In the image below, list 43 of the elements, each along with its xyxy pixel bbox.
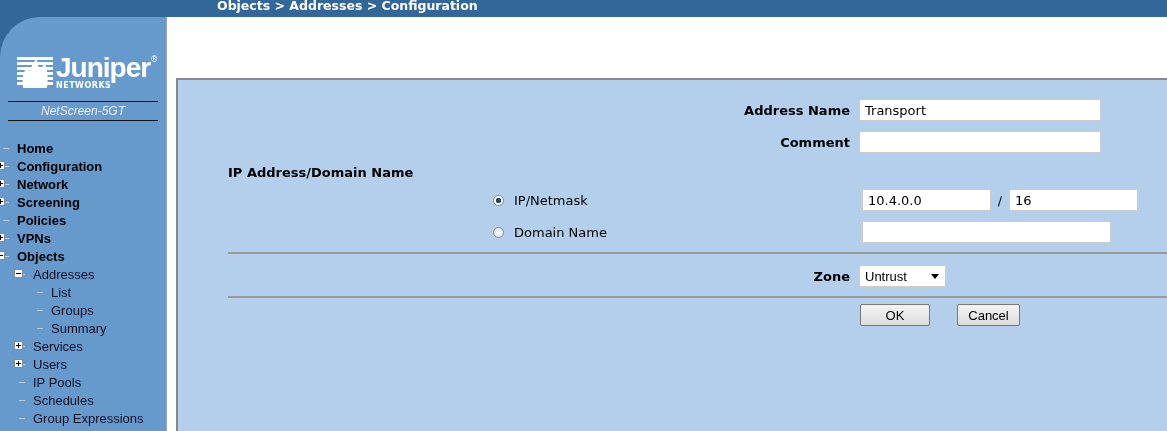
collapse-icon[interactable] — [14, 269, 23, 278]
registered-mark: ® — [150, 55, 159, 64]
nav-item[interactable]: Groups — [51, 302, 94, 318]
cancel-button[interactable]: Cancel — [957, 304, 1020, 326]
zone-dropdown[interactable]: Untrust — [859, 265, 946, 287]
nav-item[interactable]: Home — [17, 140, 54, 156]
nav-item[interactable]: Schedules — [33, 392, 94, 408]
field-label: Zone — [812, 268, 850, 284]
nav-item[interactable]: Group Expressions — [33, 410, 144, 426]
expand-icon[interactable] — [14, 341, 23, 350]
expand-icon[interactable] — [14, 359, 23, 368]
breadcrumb: Objects > Addresses > Configuration — [217, 0, 478, 12]
nav-item[interactable]: Services — [33, 338, 83, 354]
device-name: NetScreen-5GT — [41, 104, 125, 118]
nav-item[interactable]: Policies — [17, 212, 67, 228]
nav-item[interactable]: Addresses — [33, 266, 95, 282]
field-label: Address Name — [743, 102, 850, 118]
field-label: Comment — [779, 134, 850, 150]
ip-field[interactable]: 10.4.0.0 — [862, 189, 991, 211]
section-heading: IP Address/Domain Name — [228, 164, 415, 182]
logo-icon — [17, 56, 53, 89]
address-name-field[interactable]: Transport — [859, 99, 1101, 121]
logo-wordmark: Juniper — [56, 55, 151, 81]
nav-item[interactable]: Configuration — [17, 158, 103, 174]
nav-item[interactable]: Summary — [51, 320, 107, 336]
radio-button[interactable] — [493, 226, 504, 238]
nav-item[interactable]: VPNs — [17, 230, 51, 246]
ok-button[interactable]: OK — [860, 304, 930, 326]
option-label: Domain Name — [513, 224, 608, 240]
comment-field[interactable] — [859, 131, 1101, 153]
radio-button[interactable] — [493, 194, 504, 206]
nav-item[interactable]: Network — [17, 176, 69, 192]
domain-field[interactable] — [862, 221, 1111, 243]
caret-icon — [931, 273, 939, 279]
nav-item[interactable]: Screening — [17, 194, 80, 210]
separator: / — [996, 192, 1004, 208]
nav-item[interactable]: Objects — [17, 248, 65, 264]
netmask-field[interactable]: 16 — [1009, 189, 1138, 211]
nav-item[interactable]: Users — [33, 356, 67, 372]
logo-subtitle: NETWORKS — [56, 81, 112, 90]
nav-item[interactable]: IP Pools — [33, 374, 82, 390]
nav-item[interactable]: List — [51, 284, 72, 300]
option-label: IP/Netmask — [513, 192, 589, 208]
